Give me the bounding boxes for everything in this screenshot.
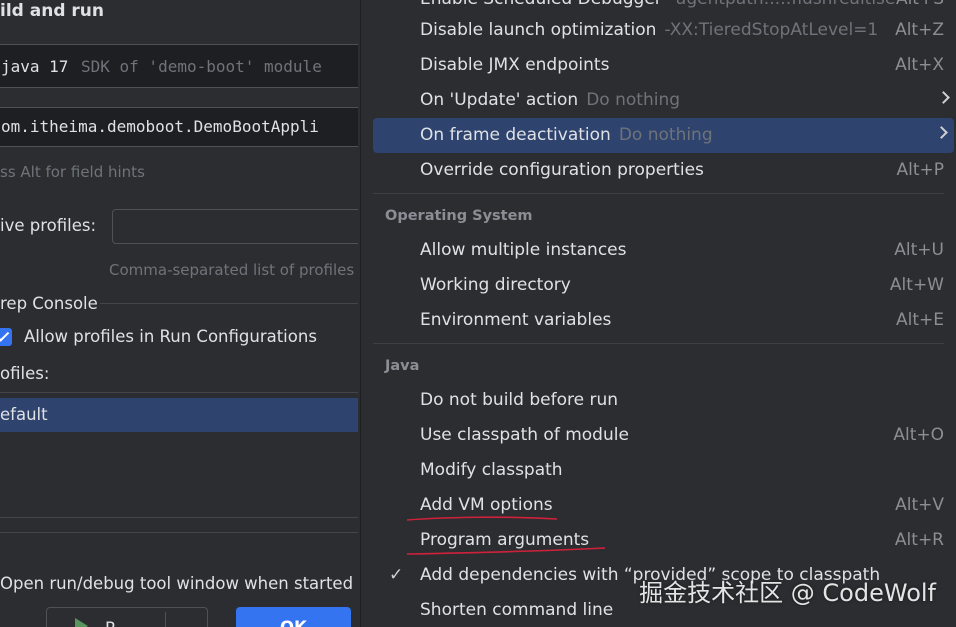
checkmark-icon: ✓ bbox=[389, 565, 404, 585]
group-java: Java bbox=[385, 358, 420, 374]
menu-item-label: Shorten command line bbox=[420, 600, 614, 620]
chevron-right-icon bbox=[937, 91, 950, 104]
menu-item-sub: Do nothing bbox=[618, 125, 713, 145]
menu-item-sub: Do nothing bbox=[586, 90, 681, 110]
menu-item-label: Override configuration properties bbox=[420, 160, 704, 180]
menu-item-environment-variables[interactable]: Environment variables Alt+E bbox=[373, 303, 956, 338]
menu-item-label: Do not build before run bbox=[420, 390, 618, 410]
ok-button-label: OK bbox=[280, 618, 307, 627]
build-and-run-title: ild and run bbox=[0, 1, 104, 21]
menu-item-shortcut: Alt+Z bbox=[895, 20, 944, 40]
jre-sdk-hint: SDK of 'demo-boot' module bbox=[81, 57, 322, 76]
profile-row-default[interactable]: efault bbox=[0, 398, 358, 432]
profiles-list-label: ofiles: bbox=[0, 364, 50, 383]
run-configuration-dialog: ild and run java 17 SDK of 'demo-boot' m… bbox=[0, 0, 358, 627]
profile-default-label: efault bbox=[0, 405, 48, 424]
menu-item-allow-multiple-instances[interactable]: Allow multiple instances Alt+U bbox=[373, 233, 956, 268]
menu-item-label: Enable Scheduled Debugger bbox=[420, 0, 662, 9]
menu-item-add-vm-options[interactable]: Add VM options Alt+V bbox=[373, 488, 956, 523]
menu-item-shortcut: Alt+R bbox=[894, 530, 944, 550]
profiles-hint-text: Comma-separated list of profiles bbox=[109, 261, 355, 279]
main-class-value: om.itheima.demoboot.DemoBootAppli bbox=[1, 117, 319, 136]
menu-item-shortcut: Alt+U bbox=[894, 240, 944, 260]
open-tool-window-option[interactable]: Open run/debug tool window when started bbox=[0, 574, 353, 593]
menu-item-on-update-action[interactable]: On 'Update' action Do nothing bbox=[373, 83, 956, 118]
menu-item-override-config[interactable]: Override configuration properties Alt+P bbox=[373, 153, 956, 188]
allow-profiles-label: Allow profiles in Run Configurations bbox=[24, 327, 317, 346]
field-hints-text: ss Alt for field hints bbox=[0, 163, 145, 181]
menu-item-label: Disable launch optimization bbox=[420, 20, 657, 40]
menu-item-shortcut: Alt+V bbox=[895, 495, 944, 515]
split-divider bbox=[165, 612, 166, 627]
menu-item-program-arguments[interactable]: Program arguments Alt+R bbox=[373, 523, 956, 558]
menu-separator bbox=[373, 193, 944, 194]
menu-item-shortcut: Alt+P bbox=[896, 160, 944, 180]
menu-item-label: Program arguments bbox=[420, 530, 590, 550]
menu-item-use-classpath[interactable]: Use classpath of module Alt+O bbox=[373, 418, 956, 453]
menu-item-disable-launch-optimization[interactable]: Disable launch optimization -XX:TieredSto… bbox=[373, 13, 956, 48]
menu-item-label: On 'Update' action bbox=[420, 90, 579, 110]
menu-item-shortcut: Alt+W bbox=[889, 275, 944, 295]
run-icon bbox=[75, 618, 88, 627]
menu-item-label: Working directory bbox=[420, 275, 571, 295]
section-divider bbox=[0, 532, 358, 533]
menu-item-label: Modify classpath bbox=[420, 460, 563, 480]
watermark: 掘金技术社区 @ CodeWolf bbox=[639, 579, 936, 607]
active-profiles-input[interactable] bbox=[112, 209, 358, 244]
list-top-border bbox=[0, 392, 358, 393]
active-profiles-label: ive profiles: bbox=[0, 216, 97, 235]
menu-separator bbox=[373, 343, 944, 344]
menu-item-label: Environment variables bbox=[420, 310, 612, 330]
menu-item-shortcut: Alt+O bbox=[893, 425, 944, 445]
group-divider bbox=[100, 303, 358, 304]
main-class-field[interactable]: om.itheima.demoboot.DemoBootAppli bbox=[0, 107, 358, 147]
menu-item-disable-jmx[interactable]: Disable JMX endpoints Alt+X bbox=[373, 48, 956, 83]
jre-select[interactable]: java 17 SDK of 'demo-boot' module bbox=[0, 44, 358, 88]
jre-java-version: java 17 bbox=[1, 57, 69, 76]
run-button[interactable]: R bbox=[46, 607, 208, 627]
menu-item-sub: -agentpath:...:flushrealtise bbox=[670, 0, 896, 9]
console-group-title: rep Console bbox=[0, 294, 98, 313]
list-bottom-border bbox=[0, 517, 358, 518]
menu-item-modify-classpath[interactable]: Modify classpath bbox=[373, 453, 956, 488]
menu-item-label: Allow multiple instances bbox=[420, 240, 627, 260]
menu-item-label: Use classpath of module bbox=[420, 425, 629, 445]
menu-item-label: On frame deactivation bbox=[420, 125, 611, 145]
menu-item-shortcut: Alt+X bbox=[895, 55, 944, 75]
menu-item-label: Disable JMX endpoints bbox=[420, 55, 610, 75]
allow-profiles-checkbox[interactable] bbox=[0, 328, 12, 346]
chevron-right-icon bbox=[935, 126, 948, 139]
modify-options-menu: Enable Scheduled Debugger -agentpath:...:… bbox=[360, 0, 956, 627]
menu-item-label: Add VM options bbox=[420, 495, 553, 515]
menu-item-sub: -XX:TieredStopAtLevel=1 bbox=[664, 20, 879, 40]
ok-button[interactable]: OK bbox=[236, 607, 351, 627]
group-operating-system: Operating System bbox=[385, 208, 533, 224]
menu-item-shortcut: Alt+E bbox=[895, 310, 944, 330]
menu-item-do-not-build[interactable]: Do not build before run bbox=[373, 383, 956, 418]
run-button-label: R bbox=[105, 619, 116, 627]
menu-item-working-directory[interactable]: Working directory Alt+W bbox=[373, 268, 956, 303]
menu-item-on-frame-deactivation[interactable]: On frame deactivation Do nothing bbox=[373, 118, 954, 153]
